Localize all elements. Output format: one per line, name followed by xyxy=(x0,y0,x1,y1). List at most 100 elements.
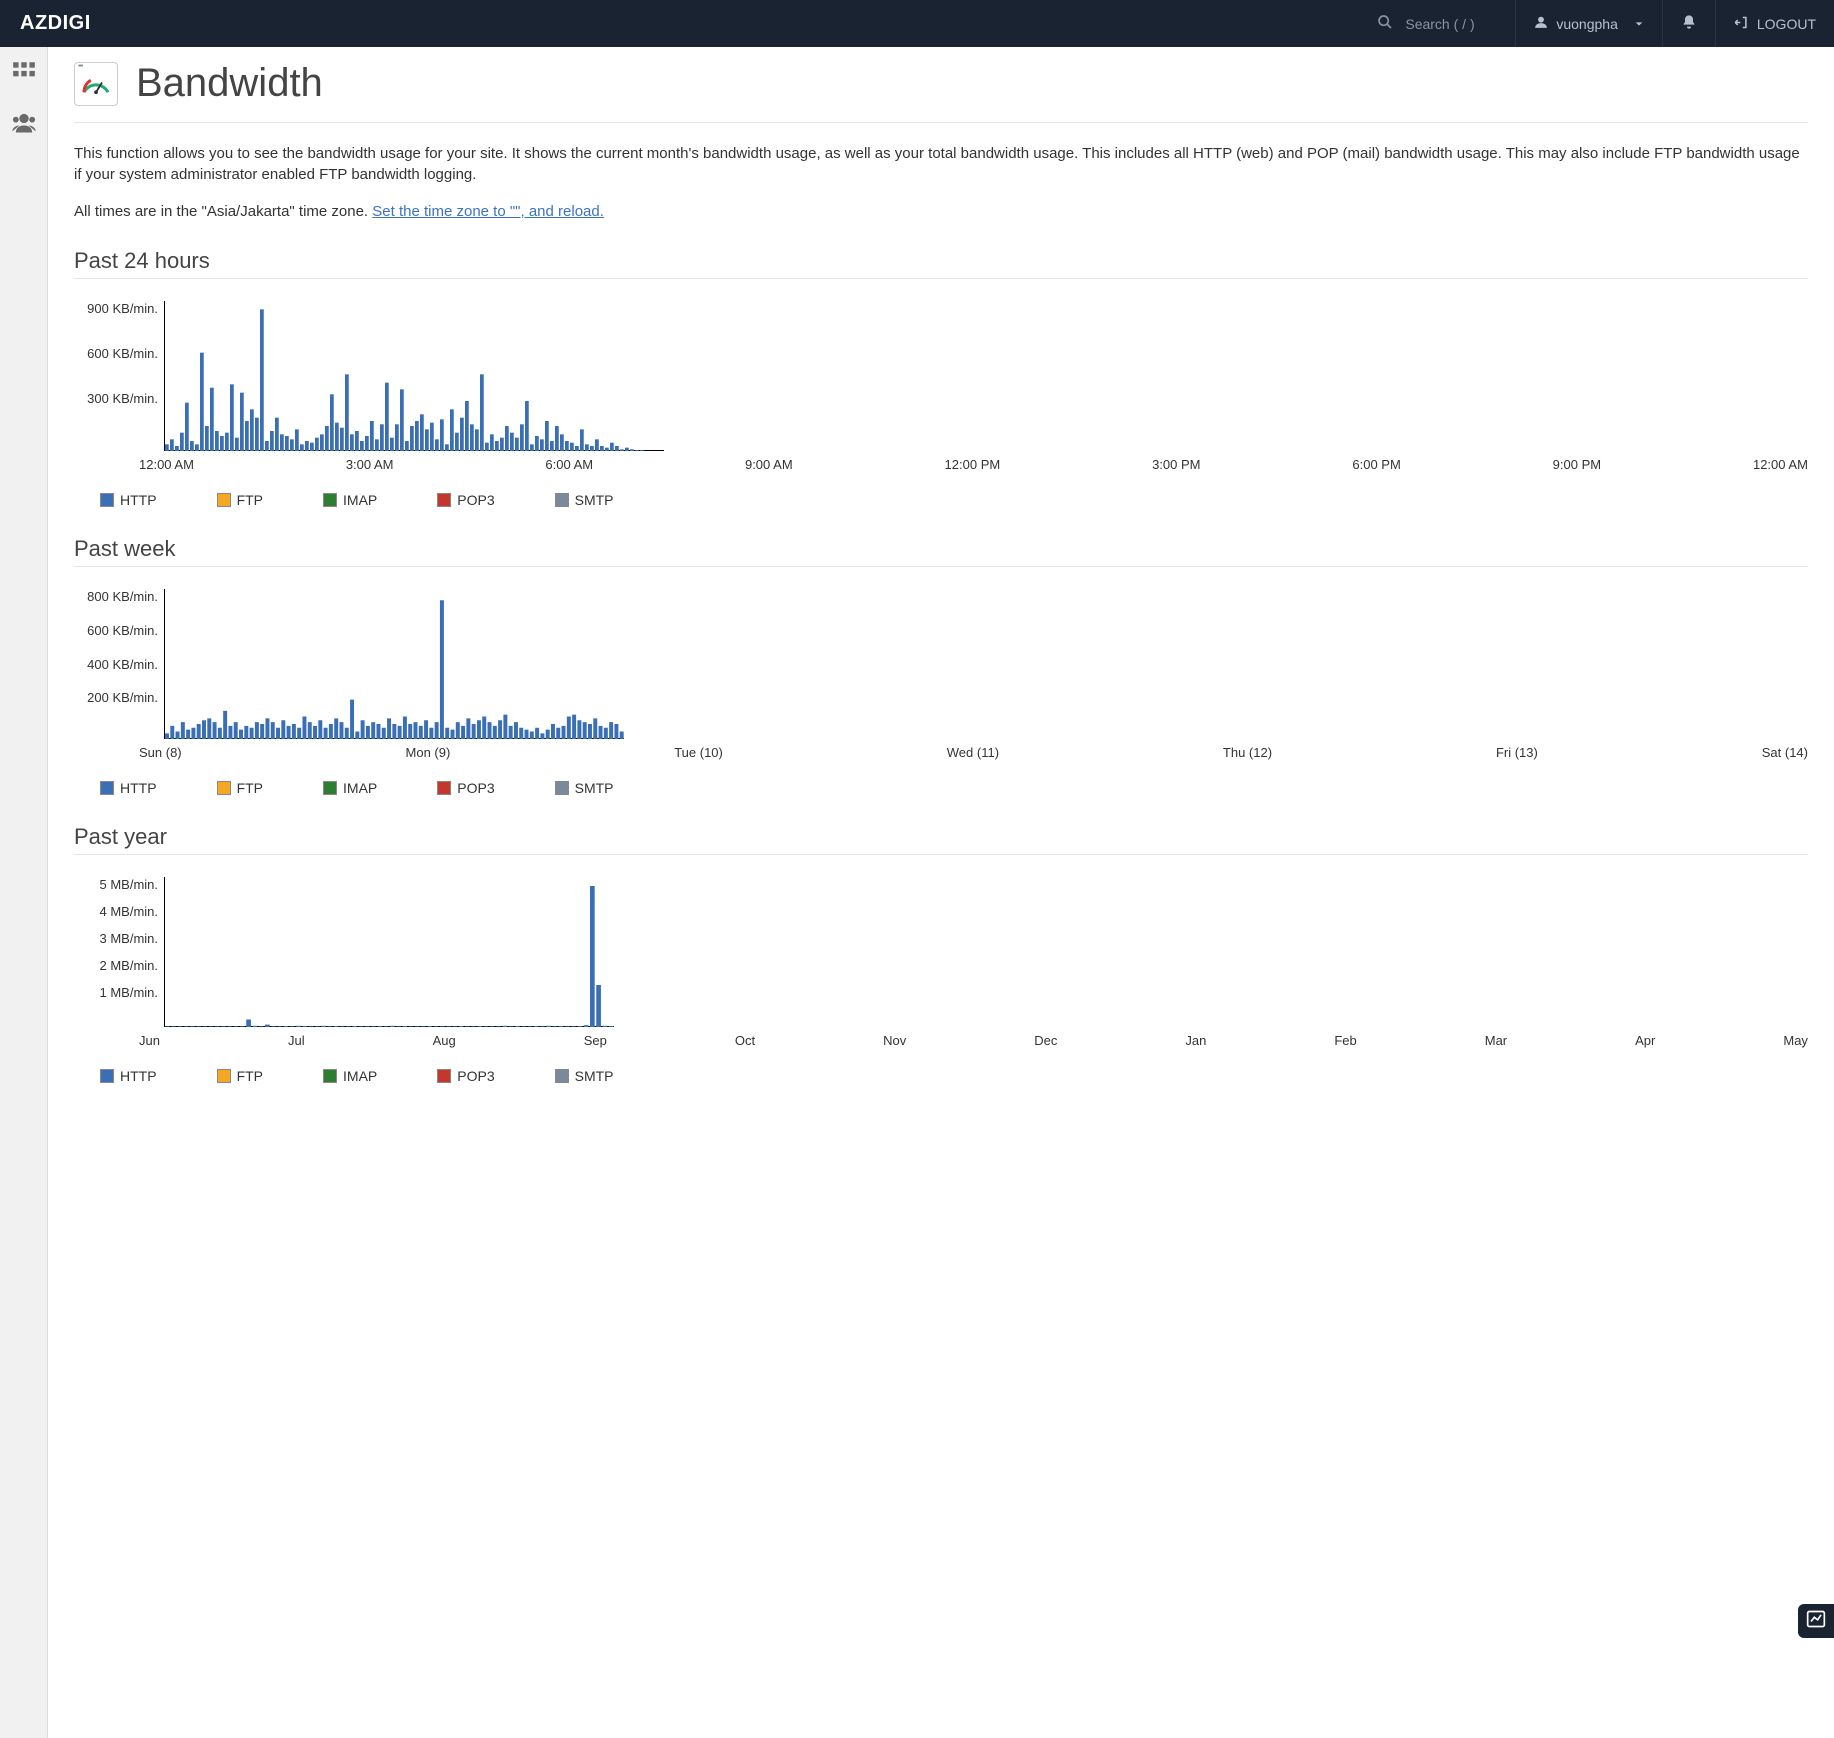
legend-swatch xyxy=(323,781,337,795)
page-title: Bandwidth xyxy=(136,61,323,106)
search-input[interactable] xyxy=(1405,16,1495,32)
brand-logo[interactable]: AZDIGI xyxy=(0,12,111,35)
chart-line-icon xyxy=(1806,1609,1826,1634)
x-tick: Dec xyxy=(1034,1033,1057,1048)
logout-label: LOGOUT xyxy=(1757,16,1816,32)
x-tick: Tue (10) xyxy=(674,745,723,760)
legend-label: IMAP xyxy=(343,492,377,508)
legend-swatch xyxy=(555,493,569,507)
x-tick: 12:00 AM xyxy=(1753,457,1808,472)
x-tick: Mar xyxy=(1485,1033,1507,1048)
legend-smtp: SMTP xyxy=(555,492,614,508)
top-bar: AZDIGI vuongpha LOGOUT xyxy=(0,0,1834,47)
legend-http: HTTP xyxy=(100,1068,157,1084)
y-axis: 800 KB/min.600 KB/min.400 KB/min.200 KB/… xyxy=(74,589,164,739)
y-axis: 900 KB/min.600 KB/min.300 KB/min. xyxy=(74,301,164,451)
y-tick: 600 KB/min. xyxy=(87,346,158,361)
legend-pop3: POP3 xyxy=(437,780,494,796)
legend-label: SMTP xyxy=(575,780,614,796)
x-tick: May xyxy=(1783,1033,1808,1048)
x-tick: Sat (14) xyxy=(1762,745,1808,760)
x-tick: Jan xyxy=(1185,1033,1206,1048)
section-past-24h: Past 24 hours xyxy=(74,248,1808,279)
legend-label: HTTP xyxy=(120,1068,157,1084)
legend-label: SMTP xyxy=(575,1068,614,1084)
legend-label: IMAP xyxy=(343,780,377,796)
timezone-note: All times are in the "Asia/Jakarta" time… xyxy=(74,203,1808,220)
chart-year: 5 MB/min.4 MB/min.3 MB/min.2 MB/min.1 MB… xyxy=(74,877,1808,1084)
y-tick: 900 KB/min. xyxy=(87,301,158,316)
y-tick: 800 KB/min. xyxy=(87,589,158,604)
logout-icon xyxy=(1734,15,1749,33)
legend-swatch xyxy=(555,1069,569,1083)
legend-swatch xyxy=(323,493,337,507)
x-tick: Sep xyxy=(584,1033,607,1048)
y-tick: 3 MB/min. xyxy=(99,931,158,946)
legend-swatch xyxy=(217,781,231,795)
legend-pop3: POP3 xyxy=(437,492,494,508)
legend-swatch xyxy=(437,1069,451,1083)
plot-area xyxy=(164,589,624,739)
y-tick: 5 MB/min. xyxy=(99,877,158,892)
x-tick: 3:00 AM xyxy=(346,457,394,472)
x-tick: Fri (13) xyxy=(1496,745,1538,760)
x-tick: 9:00 PM xyxy=(1553,457,1601,472)
legend-label: FTP xyxy=(237,780,263,796)
x-tick: 9:00 AM xyxy=(745,457,793,472)
legend-swatch xyxy=(323,1069,337,1083)
x-axis: 12:00 AM3:00 AM6:00 AM9:00 AM12:00 PM3:0… xyxy=(74,457,1808,472)
timezone-prefix: All times are in the "Asia/Jakarta" time… xyxy=(74,203,372,220)
legend-label: POP3 xyxy=(457,1068,494,1084)
legend-http: HTTP xyxy=(100,492,157,508)
legend-label: FTP xyxy=(237,492,263,508)
set-timezone-link[interactable]: Set the time zone to "", and reload. xyxy=(372,203,604,220)
y-tick: 2 MB/min. xyxy=(99,958,158,973)
legend-swatch xyxy=(437,781,451,795)
legend-swatch xyxy=(100,493,114,507)
legend-swatch xyxy=(555,781,569,795)
x-tick: Oct xyxy=(735,1033,755,1048)
x-tick: Aug xyxy=(433,1033,456,1048)
chart-legend: HTTP FTP IMAP POP3 SMTP xyxy=(74,1068,1808,1084)
search-wrap[interactable] xyxy=(1359,0,1515,47)
notifications-button[interactable] xyxy=(1662,0,1715,47)
bell-icon xyxy=(1681,14,1697,33)
legend-swatch xyxy=(217,493,231,507)
x-tick: Nov xyxy=(883,1033,906,1048)
plot-area xyxy=(164,301,664,451)
x-tick: 12:00 AM xyxy=(139,457,194,472)
x-tick: Jun xyxy=(139,1033,160,1048)
legend-label: IMAP xyxy=(343,1068,377,1084)
user-icon xyxy=(1534,15,1548,32)
x-axis: Sun (8)Mon (9)Tue (10)Wed (11)Thu (12)Fr… xyxy=(74,745,1808,760)
legend-ftp: FTP xyxy=(217,492,263,508)
x-tick: Jul xyxy=(288,1033,305,1048)
bandwidth-gauge-icon xyxy=(74,62,118,106)
plot-area xyxy=(164,877,614,1027)
user-menu[interactable]: vuongpha xyxy=(1515,0,1662,47)
legend-pop3: POP3 xyxy=(437,1068,494,1084)
x-tick: Thu (12) xyxy=(1223,745,1272,760)
apps-grid-icon[interactable] xyxy=(11,59,37,90)
legend-swatch xyxy=(217,1069,231,1083)
legend-label: POP3 xyxy=(457,492,494,508)
x-tick: 12:00 PM xyxy=(945,457,1001,472)
chart-day: 900 KB/min.600 KB/min.300 KB/min. 12:00 … xyxy=(74,301,1808,508)
legend-label: POP3 xyxy=(457,780,494,796)
users-icon[interactable] xyxy=(10,108,38,141)
y-tick: 1 MB/min. xyxy=(99,985,158,1000)
legend-imap: IMAP xyxy=(323,1068,377,1084)
x-tick: Feb xyxy=(1334,1033,1356,1048)
section-past-week: Past week xyxy=(74,536,1808,567)
y-tick: 600 KB/min. xyxy=(87,623,158,638)
intro-text: This function allows you to see the band… xyxy=(74,143,1808,185)
x-tick: 6:00 PM xyxy=(1352,457,1400,472)
x-tick: Sun (8) xyxy=(139,745,182,760)
logout-button[interactable]: LOGOUT xyxy=(1715,0,1834,47)
legend-swatch xyxy=(100,1069,114,1083)
stats-float-button[interactable] xyxy=(1798,1604,1834,1638)
x-axis: JunJulAugSepOctNovDecJanFebMarAprMay xyxy=(74,1033,1808,1048)
x-tick: Mon (9) xyxy=(406,745,451,760)
legend-label: FTP xyxy=(237,1068,263,1084)
legend-http: HTTP xyxy=(100,780,157,796)
